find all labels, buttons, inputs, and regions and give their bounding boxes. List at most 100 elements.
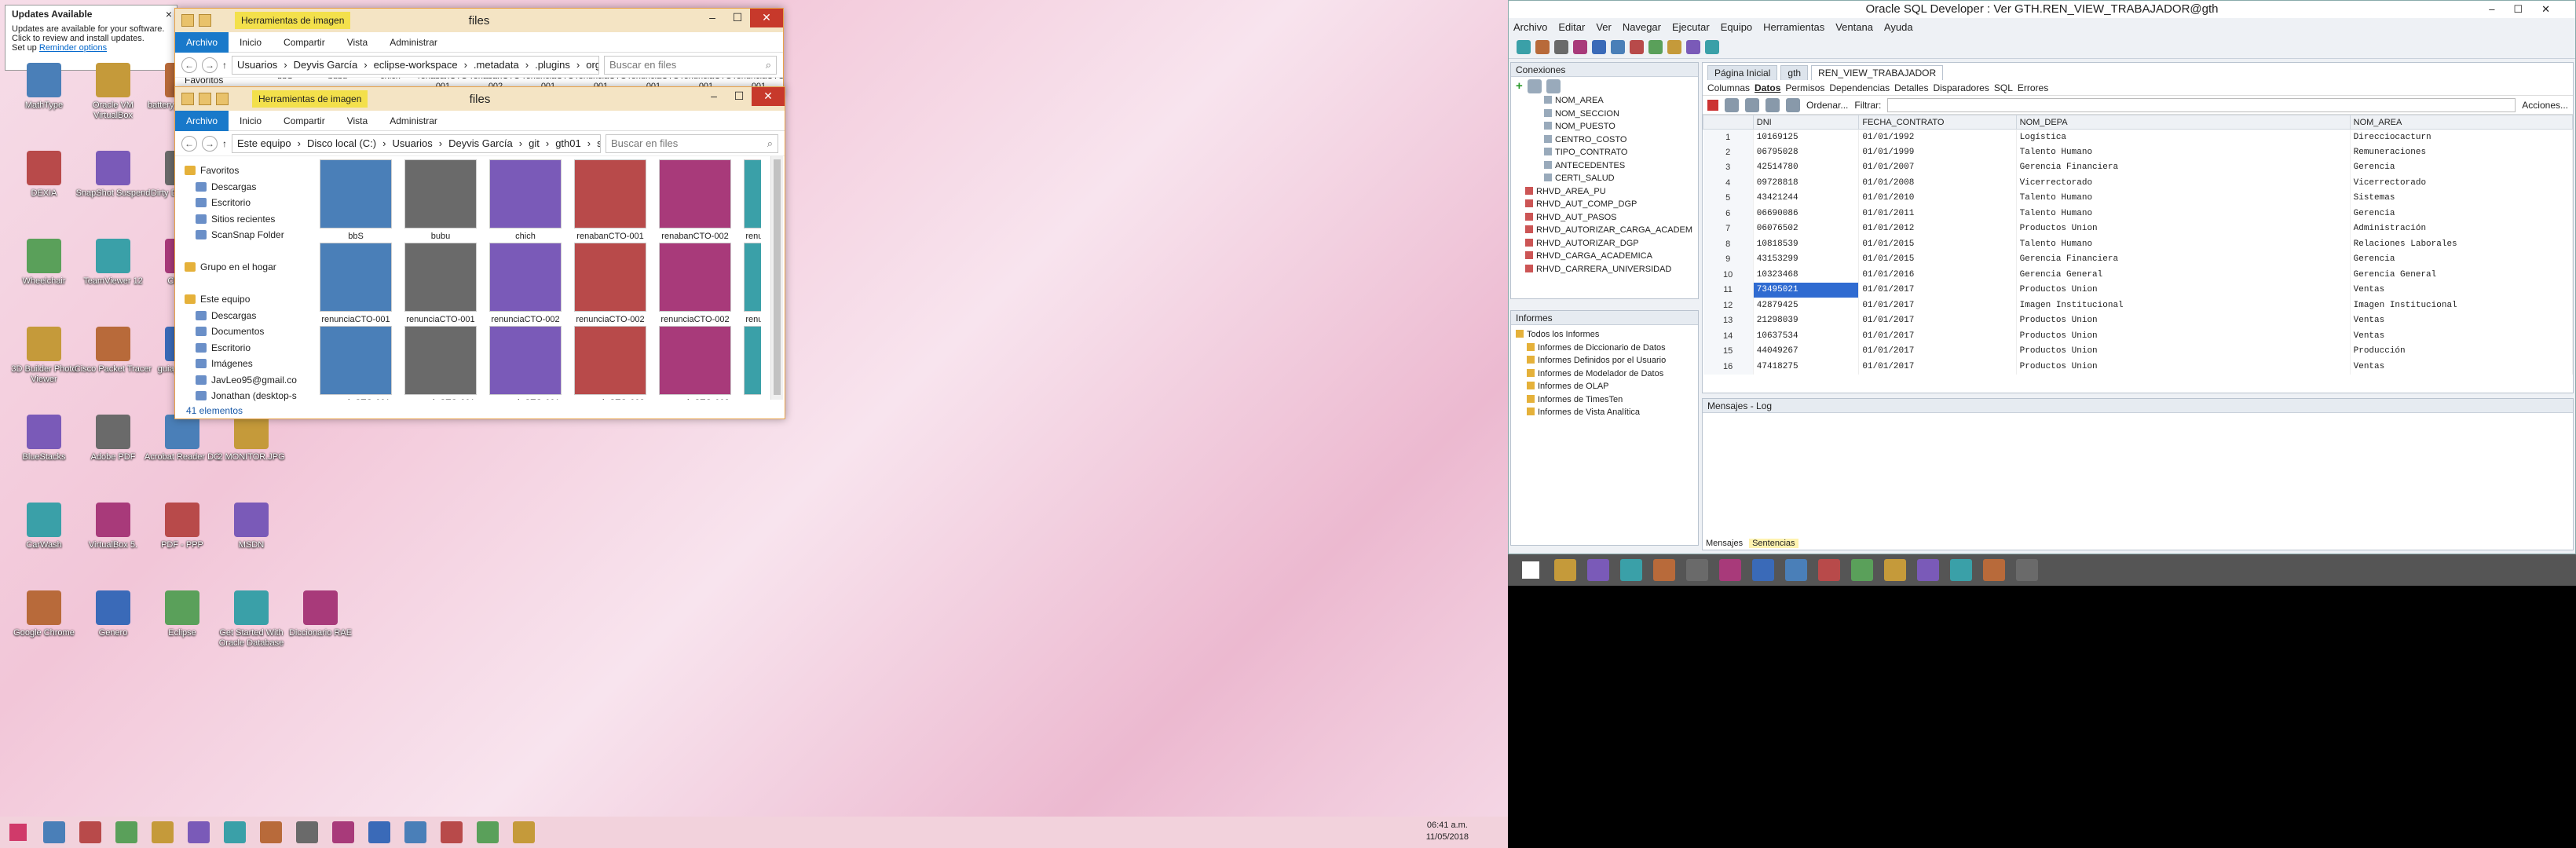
desktop-icon[interactable]: TeamViewer 12 [74, 239, 152, 311]
up-arrow-icon[interactable]: ↑ [222, 60, 227, 71]
taskbar-explorer-icon[interactable] [36, 817, 72, 848]
desktop-icon[interactable]: Eclipse [143, 590, 221, 663]
taskbar-excel-icon[interactable] [1582, 554, 1615, 586]
new-folder-icon[interactable] [216, 93, 229, 105]
file-tile[interactable]: renunciaCTO-001948 [315, 243, 397, 335]
table-row[interactable]: 14 10637534 01/01/2017 Productos Union Venta… [1703, 328, 2573, 344]
table-cell[interactable]: Imagen Institucional [2016, 298, 2351, 313]
table-cell[interactable]: 12 [1703, 298, 1754, 313]
file-tile[interactable]: bubu [400, 159, 481, 242]
folder-icon[interactable] [181, 93, 194, 105]
report-node[interactable]: Informes de Modelador de Datos [1516, 367, 1693, 381]
tree-node[interactable]: RHVD_AUTORIZAR_CARGA_ACADEM [1522, 224, 1698, 237]
up-arrow-icon[interactable]: ↑ [222, 138, 227, 149]
file-tile[interactable]: renunciaCTO-002062 [654, 243, 736, 335]
table-cell[interactable]: 01/01/2015 [1858, 236, 2017, 252]
table-cell[interactable]: 01/01/2015 [1858, 251, 2017, 267]
column-header[interactable]: NOM_DEPA [2015, 115, 2351, 130]
table-cell[interactable]: Relaciones Laborales [2350, 236, 2573, 252]
nav-item[interactable]: Favoritos [185, 78, 223, 86]
desktop-icon[interactable]: BlueStacks [5, 415, 83, 487]
redo-icon[interactable] [1611, 39, 1625, 54]
file-tile[interactable]: chich [365, 78, 415, 82]
subtab[interactable]: Datos [1755, 82, 1780, 93]
table-cell[interactable]: 01/01/2017 [1858, 313, 2017, 328]
nav-item[interactable]: Grupo en el hogar [181, 259, 309, 276]
nav-item[interactable]: Este equipo [181, 291, 309, 308]
nav-item[interactable]: Favoritos [181, 163, 309, 179]
nav-item[interactable]: ScanSnap Folder [181, 227, 309, 243]
table-cell[interactable]: Productos Union [2016, 328, 2351, 344]
subtab[interactable]: Permisos [1785, 82, 1824, 93]
table-cell[interactable]: 8 [1703, 236, 1754, 252]
context-tab[interactable]: Herramientas de imagen [235, 12, 351, 29]
desktop-icon[interactable]: PDF - PPP [143, 503, 221, 575]
taskbar-teamviewer-icon[interactable] [397, 817, 434, 848]
desktop-icon[interactable]: VirtualBox 5. [74, 503, 152, 575]
taskbar-xampp-icon[interactable] [1648, 554, 1681, 586]
taskbar-excel-icon[interactable] [72, 817, 108, 848]
ribbon-tab-2[interactable]: Compartir [273, 115, 336, 126]
table-cell[interactable]: 4 [1703, 175, 1754, 191]
table-cell[interactable]: 7 [1703, 221, 1754, 236]
table-row[interactable]: 15 44049267 01/01/2017 Productos Union Produ… [1703, 343, 2573, 359]
pin-icon[interactable] [1707, 99, 1718, 111]
table-row[interactable]: 1 10169125 01/01/1992 Logística Direcciocact… [1703, 129, 2573, 144]
table-cell[interactable]: 3 [1703, 159, 1754, 175]
explorer-window-back[interactable]: Herramientas de imagen files – ☐ ✕ Archivo… [174, 8, 784, 97]
file-tile[interactable]: renunciaCTO-0020320504044004 [739, 326, 761, 400]
refresh-icon[interactable] [1725, 97, 1739, 112]
table-cell[interactable]: 01/01/2011 [1858, 206, 2017, 221]
menu-item[interactable]: Navegar [1623, 21, 1661, 33]
table-cell[interactable]: 21298039 [1753, 313, 1860, 328]
ribbon-tab-0[interactable]: Archivo [175, 110, 229, 131]
document-tab[interactable]: Página Inicial [1707, 65, 1778, 80]
start-button[interactable] [1513, 554, 1549, 586]
desktop-icon[interactable] [281, 503, 360, 575]
table-cell[interactable]: 14 [1703, 328, 1754, 344]
table-cell[interactable]: 44049267 [1753, 343, 1860, 359]
tree-node[interactable]: RHVD_AREA_PU [1522, 185, 1698, 199]
breadcrumb-item[interactable]: eclipse-workspace [374, 59, 458, 71]
column-header[interactable]: DNI [1752, 115, 1860, 130]
insert-row-icon[interactable] [1745, 97, 1759, 112]
document-tab[interactable]: gth [1780, 65, 1809, 80]
table-cell[interactable]: 11 [1703, 282, 1754, 298]
save-icon[interactable] [1554, 39, 1568, 54]
table-cell[interactable]: 01/01/2017 [1858, 359, 2017, 375]
report-node[interactable]: Informes de OLAP [1516, 380, 1693, 393]
file-tile[interactable]: renunciaCTO-0020240504043630 [569, 326, 651, 400]
back-icon[interactable] [1630, 39, 1644, 54]
breadcrumb-item[interactable]: git [529, 137, 540, 149]
file-tile[interactable]: renabanCTO-001893 [569, 159, 651, 252]
title-bar[interactable]: Herramientas de imagen files – ☐ ✕ [175, 9, 783, 32]
search-input[interactable]: Buscar en files ⌕ [604, 55, 777, 75]
file-tile[interactable]: chich [485, 159, 566, 242]
breadcrumb-item[interactable]: Este equipo [237, 137, 291, 149]
tree-node[interactable]: RHVD_CARRERA_UNIVERSIDAD [1522, 263, 1698, 276]
update-notification[interactable]: Updates Available × Updates are availabl… [5, 5, 177, 71]
table-row[interactable]: 10 10323468 01/01/2016 Gerencia General Gere… [1703, 267, 2573, 283]
table-row[interactable]: 8 10818539 01/01/2015 Talento Humano Relacio… [1703, 236, 2573, 252]
table-cell[interactable]: 10 [1703, 267, 1754, 283]
subtab[interactable]: Dependencias [1829, 82, 1890, 93]
sort-button[interactable]: Ordenar... [1806, 100, 1848, 111]
table-cell[interactable]: 01/01/2016 [1858, 267, 2017, 283]
nav-item[interactable]: Escritorio [181, 340, 309, 356]
file-tile[interactable]: renunciaCTO-0019640506070613 [485, 326, 566, 400]
table-cell[interactable]: Productos Union [2016, 221, 2351, 236]
table-row[interactable]: 2 06795028 01/01/1999 Talento Humano Remuner… [1703, 144, 2573, 160]
desktop-icon[interactable]: MSDN [212, 503, 291, 575]
file-tile[interactable]: renunciaCTO-0019480505121243 [400, 326, 481, 400]
undo-icon[interactable] [1592, 39, 1606, 54]
back-arrow-icon[interactable]: ← [181, 57, 197, 73]
breadcrumb-item[interactable]: Usuarios [237, 59, 277, 71]
menu-item[interactable]: Herramientas [1763, 21, 1824, 33]
log-tab[interactable]: Sentencias [1749, 539, 1798, 548]
document-tab[interactable]: REN_VIEW_TRABAJADOR [1811, 65, 1944, 80]
taskbar-chrome-icon[interactable] [434, 817, 470, 848]
desktop-icon[interactable]: Cisco Packet Tracer [74, 327, 152, 399]
table-cell[interactable]: Gerencia General [2350, 267, 2573, 283]
file-tile[interactable]: renunciaCTO-001960 [400, 243, 481, 335]
taskbar-android-icon[interactable] [1714, 554, 1747, 586]
